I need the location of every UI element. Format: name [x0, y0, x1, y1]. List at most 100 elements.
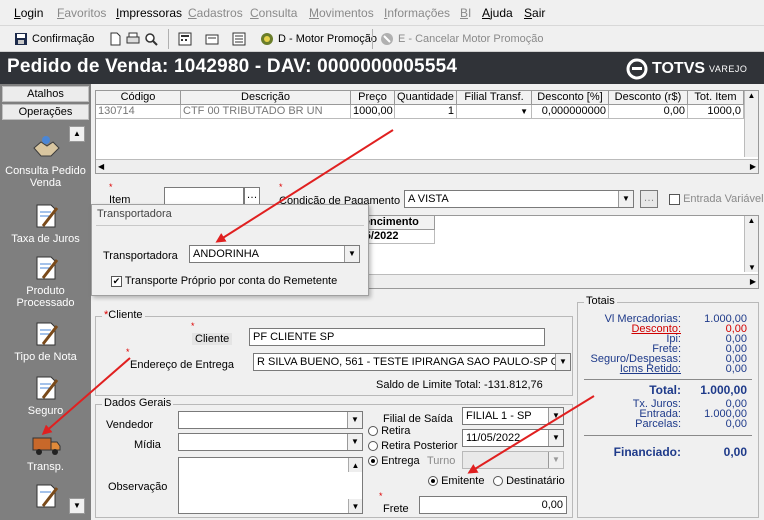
scroll-left-icon: ◀ [98, 162, 105, 171]
col-header-descricao[interactable]: Descrição [181, 91, 351, 105]
cancelar-motor-button[interactable]: E - Cancelar Motor Promoção [380, 29, 544, 49]
entrada-variavel-checkbox[interactable]: Entrada Variável [669, 193, 764, 205]
tab-atalhos[interactable]: Atalhos [2, 86, 89, 102]
chevron-down-icon: ▼ [344, 246, 359, 262]
saldo-limite-text: Saldo de Limite Total: -131.812,76 [376, 379, 543, 391]
calculator-button[interactable] [178, 29, 196, 49]
menu-ajuda[interactable]: Ajuda [482, 6, 513, 20]
icms-retido-value: 0,00 [725, 363, 747, 375]
emitente-radio[interactable]: Emitente [428, 475, 484, 487]
condicao-lookup-button[interactable]: … [640, 190, 658, 208]
cancel-promotion-icon [380, 32, 394, 46]
vencimento-grid: Vencimento 11/05/2022 ▲ ▼ ▶ [341, 215, 759, 289]
vendedor-select[interactable]: ▼ [178, 411, 363, 429]
transportadora-label: Transportadora [103, 250, 178, 262]
col-header-filial[interactable]: Filial Transf. [457, 91, 532, 105]
cliente-input[interactable]: PF CLIENTE SP [249, 328, 545, 346]
sidebar-item-seguro[interactable]: Seguro [0, 374, 91, 417]
endereco-select[interactable]: R SILVA BUENO, 561 - TESTE IPIRANGA SAO … [253, 353, 571, 371]
calculator-icon [178, 32, 192, 46]
item-input[interactable] [164, 187, 244, 205]
totvs-logo: TOTVS VAREJO [626, 58, 747, 80]
required-marker: * [279, 182, 283, 192]
sidebar-item-consulta-pedido-venda[interactable]: Consulta Pedido Venda [0, 134, 91, 189]
motor-promocao-button[interactable]: D - Motor Promoção [260, 29, 377, 49]
sidebar-item-transp[interactable]: Transp. [0, 430, 91, 473]
chevron-down-icon: ▼ [520, 107, 528, 116]
toolbar: Confirmação D - Motor Promoção E - Cance… [0, 26, 764, 52]
cell-codigo[interactable]: 130714 [96, 105, 181, 119]
confirmacao-button[interactable]: Confirmação [14, 29, 94, 49]
menu-login[interactable]: Login [14, 6, 43, 20]
search-icon [144, 32, 158, 46]
promotion-icon [260, 32, 274, 46]
data-select[interactable]: 11/05/2022 ▼ [462, 429, 564, 447]
menu-informacoes[interactable]: Informações [384, 6, 450, 20]
grid-vertical-scrollbar[interactable]: ▲ [744, 91, 758, 157]
frete-input[interactable]: 0,00 [419, 496, 567, 514]
cell-descricao[interactable]: CTF 00 TRIBUTADO BR UN [181, 105, 351, 119]
document-pen-icon [36, 376, 58, 400]
cell-tot-item[interactable]: 1000,0 [688, 105, 744, 119]
vencimento-vertical-scrollbar[interactable]: ▲ ▼ [744, 216, 758, 272]
turno-select[interactable]: ▼ [462, 451, 564, 469]
card-button[interactable] [205, 29, 223, 49]
col-header-tot-item[interactable]: Tot. Item [688, 91, 744, 105]
col-header-preco[interactable]: Preço [351, 91, 395, 105]
chevron-down-icon: ▼ [347, 412, 362, 428]
list-button[interactable] [232, 29, 250, 49]
grid-horizontal-scrollbar[interactable]: ◀ ▶ [96, 159, 758, 173]
transportadora-select[interactable]: ANDORINHA ▼ [189, 245, 360, 263]
observacao-textarea[interactable]: ▲ ▼ [178, 457, 363, 514]
dados-gerais-group: Dados Gerais Vendedor ▼ Mídia ▼ Observaç… [95, 397, 573, 518]
menu-movimentos[interactable]: Movimentos [309, 6, 374, 20]
endereco-label: Endereço de Entrega [130, 359, 234, 371]
cell-quantidade[interactable]: 1 [395, 105, 457, 119]
print-button[interactable] [126, 29, 144, 49]
menu-cadastros[interactable]: Cadastros [188, 6, 243, 20]
midia-select[interactable]: ▼ [178, 433, 363, 451]
menu-favoritos[interactable]: Favoritos [57, 6, 106, 20]
total-value: 1.000,00 [700, 383, 747, 397]
sidebar-item-tipo-de-nota[interactable]: Tipo de Nota [0, 320, 91, 363]
sidebar-item-taxa-de-juros[interactable]: Taxa de Juros [0, 202, 91, 245]
menu-sair[interactable]: Sair [524, 6, 545, 20]
menu-consulta[interactable]: Consulta [250, 6, 297, 20]
condicao-select[interactable]: A VISTA ▼ [404, 190, 634, 208]
entrega-radio[interactable]: Entrega [368, 455, 420, 467]
chevron-down-icon: ▼ [548, 452, 563, 468]
cell-preco[interactable]: 1000,00 [351, 105, 395, 119]
scroll-right-icon: ▶ [749, 277, 756, 286]
cell-desconto-rs[interactable]: 0,00 [609, 105, 688, 119]
scroll-right-icon: ▶ [749, 162, 756, 171]
menu-bar: Login Favoritos Impressoras Cadastros Co… [0, 0, 764, 26]
sidebar-item-produto-processado[interactable]: Produto Processado [0, 254, 91, 309]
retira-posterior-radio[interactable]: Retira Posterior [368, 440, 457, 452]
cell-filial[interactable]: ▼ [457, 105, 532, 119]
col-header-quantidade[interactable]: Quantidade [395, 91, 457, 105]
scroll-up-icon: ▲ [747, 216, 756, 225]
item-lookup-button[interactable]: … [244, 187, 260, 205]
sidebar-scroll-down-button[interactable]: ▼ [69, 498, 85, 514]
col-header-codigo[interactable]: Código [96, 91, 181, 105]
tab-operacoes[interactable]: Operações [2, 104, 89, 120]
document-pen-icon [36, 204, 58, 228]
scroll-down-icon: ▼ [748, 263, 756, 272]
col-header-desconto-rs[interactable]: Desconto (r$) [609, 91, 688, 105]
col-header-desconto-pct[interactable]: Desconto [%] [532, 91, 609, 105]
search-button[interactable] [144, 29, 162, 49]
scroll-up-icon[interactable]: ▲ [348, 458, 362, 472]
divider [584, 435, 752, 436]
destinatario-radio[interactable]: Destinatário [493, 475, 565, 487]
scroll-down-icon[interactable]: ▼ [348, 499, 362, 513]
new-document-button[interactable] [108, 29, 126, 49]
handshake-icon [32, 136, 60, 157]
menu-bi[interactable]: BI [460, 6, 471, 20]
icms-retido-label[interactable]: Icms Retido: [578, 364, 681, 375]
retira-radio[interactable]: Retira [368, 425, 410, 437]
menu-impressoras[interactable]: Impressoras [116, 6, 182, 20]
filial-saida-select[interactable]: FILIAL 1 - SP ▼ [462, 407, 564, 425]
vencimento-horizontal-scrollbar[interactable]: ▶ [342, 274, 758, 288]
transporte-proprio-checkbox[interactable]: ✔ Transporte Próprio por conta do Remete… [111, 275, 337, 287]
cell-desconto-pct[interactable]: 0,000000000 [532, 105, 609, 119]
